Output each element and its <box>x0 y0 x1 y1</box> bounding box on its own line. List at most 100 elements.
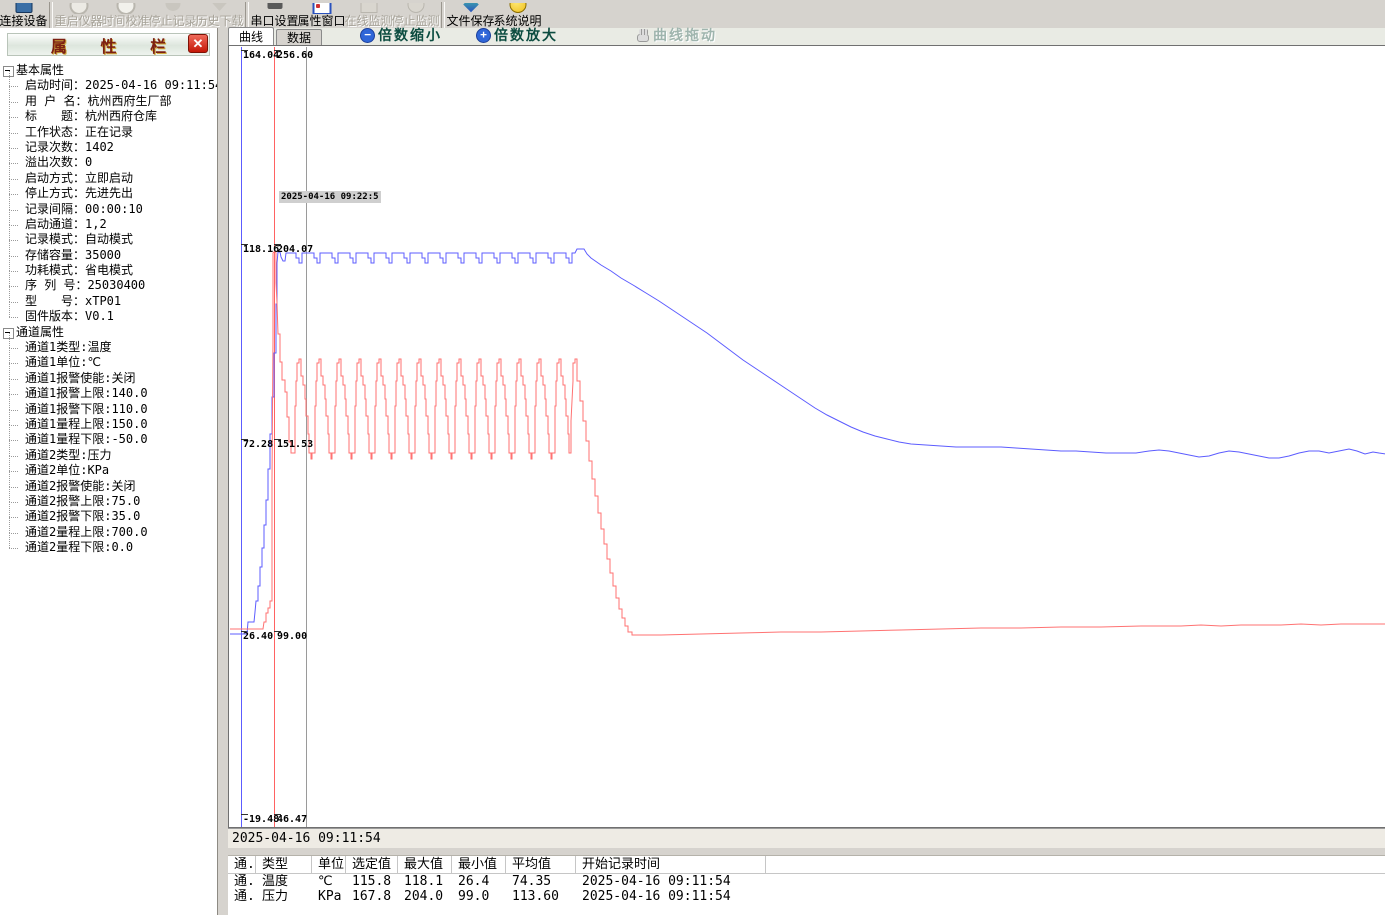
toolbar-button-label: 历史下载 <box>196 14 244 28</box>
tree-item-label: 通道1类型:温度 <box>25 340 111 354</box>
tree-item-label: 用 户 名：杭州西府生厂部 <box>25 94 171 108</box>
stop-record-icon <box>163 3 183 14</box>
tree-item[interactable]: 通道1量程上限:150.0 <box>0 417 217 432</box>
channel-summary-table: 通.类型单位选定值最大值最小值平均值开始记录时间通..温度℃115.8118.1… <box>228 855 1385 915</box>
tree-item-label: 工作状态：正在记录 <box>25 125 133 139</box>
tree-item-label: 序 列 号：25030400 <box>25 278 145 292</box>
tree-item[interactable]: 启动通道：1,2 <box>0 217 217 232</box>
tree-item-label: 通道1报警下限:110.0 <box>25 402 148 416</box>
cursor-time-tooltip: 2025-04-16 09:22:5 <box>279 191 381 203</box>
tab-curve[interactable]: 曲线 <box>228 27 274 45</box>
toolbar-button-connect-device[interactable]: 连接设备 <box>0 0 47 28</box>
stop-monitor-icon <box>406 3 426 14</box>
tree-item[interactable]: 通道1报警下限:110.0 <box>0 402 217 417</box>
tree-item[interactable]: 通道2报警上限:75.0 <box>0 494 217 509</box>
tree-item[interactable]: 标 题：杭州西府仓库 <box>0 109 217 124</box>
table-row[interactable]: 通..压力KPa167.8204.099.0113.602025-04-16 0… <box>228 889 1385 904</box>
tree-item[interactable]: 通道1单位:℃ <box>0 355 217 370</box>
tree-item[interactable]: 溢出次数：0 <box>0 155 217 170</box>
tree-item[interactable]: 通道1报警上限:140.0 <box>0 386 217 401</box>
tree-item[interactable]: 通道2报警下限:35.0 <box>0 509 217 524</box>
toolbar-button-label: 属性窗口 <box>298 14 346 28</box>
axis-tick-label: 99.00 <box>277 631 307 642</box>
history-download-icon <box>210 3 230 14</box>
tree-item[interactable]: 通道2单位:KPa <box>0 463 217 478</box>
tree-item-label: 通道2报警下限:35.0 <box>25 509 140 523</box>
tree-item[interactable]: 用 户 名：杭州西府生厂部 <box>0 94 217 109</box>
tree-item[interactable]: 停止方式：先进先出 <box>0 186 217 201</box>
tree-item-label: 通道2量程下限:0.0 <box>25 540 133 554</box>
tree-item[interactable]: 通道2量程上限:700.0 <box>0 525 217 540</box>
tree-item[interactable]: 通道2类型:压力 <box>0 448 217 463</box>
tree-item[interactable]: 通道1类型:温度 <box>0 340 217 355</box>
toolbar-button-online-monitor[interactable]: 在线监测 <box>345 0 392 28</box>
tree-item-label: 通道2单位:KPa <box>25 463 109 477</box>
toolbar-button-system-help[interactable]: 系统说明 <box>494 0 541 28</box>
tree-item-label: 通道属性 <box>16 325 64 339</box>
tree-item-label: 标 题：杭州西府仓库 <box>25 109 157 123</box>
property-panel: 属 性 栏 ✕ 基本属性启动时间：2025-04-16 09:11:54用 户 … <box>0 28 217 915</box>
curve-canvas <box>229 46 1385 828</box>
table-cell: 99.0 <box>452 889 506 904</box>
tree-item[interactable]: 固件版本：V0.1 <box>0 309 217 324</box>
tree-item[interactable]: 通道1报警使能:关闭 <box>0 371 217 386</box>
toolbar-button-restart[interactable]: 重启仪器 <box>55 0 102 28</box>
tree-item-label: 启动通道：1,2 <box>25 217 107 231</box>
curve-drag-button[interactable]: 曲线拖动 <box>636 25 717 45</box>
tree-item[interactable]: 启动时间：2025-04-16 09:11:54 <box>0 78 217 93</box>
tree-item-label: 功耗模式：省电模式 <box>25 263 133 277</box>
tree-item[interactable]: 序 列 号：25030400 <box>0 278 217 293</box>
tree-item[interactable]: 存储容量：35000 <box>0 248 217 263</box>
table-header-cell: 通. <box>228 856 256 873</box>
tree-item-label: 通道1报警使能:关闭 <box>25 371 135 385</box>
axis-tick-label: 26.40 <box>243 631 273 642</box>
tree-root-item[interactable]: 基本属性 <box>0 63 217 78</box>
zoom-out-icon <box>360 28 375 43</box>
toolbar-button-stop-monitor[interactable]: 停止监测 <box>392 0 439 28</box>
table-row[interactable]: 通..温度℃115.8118.126.474.352025-04-16 09:1… <box>228 874 1385 889</box>
zoom-in-button[interactable]: 倍数放大 <box>476 25 558 45</box>
tree-item[interactable]: 通道2量程下限:0.0 <box>0 540 217 555</box>
toolbar-button-stop-record[interactable]: 停止记录 <box>149 0 196 28</box>
tree-item-label: 溢出次数：0 <box>25 155 92 169</box>
table-header-cell: 最大值 <box>398 856 452 873</box>
tree-item-label: 记录间隔：00:00:10 <box>25 202 143 216</box>
tree-item[interactable]: 启动方式：立即启动 <box>0 171 217 186</box>
table-cell: 通.. <box>228 889 256 904</box>
toolbar-button-history-download[interactable]: 历史下载 <box>196 0 243 28</box>
table-cell: 2025-04-16 09:11:54 <box>576 874 766 889</box>
tree-item-label: 存储容量：35000 <box>25 248 121 262</box>
table-cell: 2025-04-16 09:11:54 <box>576 889 766 904</box>
tree-item-label: 基本属性 <box>16 63 64 77</box>
toolbar-button-file-save[interactable]: 文件保存 <box>447 0 494 28</box>
tree-item[interactable]: 记录间隔：00:00:10 <box>0 202 217 217</box>
toolbar-button-serial-port[interactable]: 串口设置 <box>251 0 298 28</box>
toolbar-button-label: 连接设备 <box>0 14 48 28</box>
curve-plot-area[interactable]: 2025-04-16 09:22:5 164.04118.1672.2826.4… <box>228 45 1385 828</box>
toolbar-button-property-window[interactable]: 属性窗口 <box>298 0 345 28</box>
axis-tick-label: 72.28 <box>243 439 273 450</box>
table-header-cell: 开始记录时间 <box>576 856 766 873</box>
close-icon[interactable]: ✕ <box>188 34 208 53</box>
zoom-out-button[interactable]: 倍数缩小 <box>360 25 442 45</box>
tree-item[interactable]: 记录次数：1402 <box>0 140 217 155</box>
tree-item[interactable]: 通道1量程下限:-50.0 <box>0 432 217 447</box>
table-cell: 204.0 <box>398 889 452 904</box>
tree-item[interactable]: 通道2报警使能:关闭 <box>0 479 217 494</box>
tree-root-item[interactable]: 通道属性 <box>0 325 217 340</box>
tree-item[interactable]: 工作状态：正在记录 <box>0 125 217 140</box>
restart-icon <box>69 3 89 14</box>
toolbar-button-time-calibrate[interactable]: 时间校准 <box>102 0 149 28</box>
tree-item-label: 型 号：xTP01 <box>25 294 121 308</box>
tree-item[interactable]: 功耗模式：省电模式 <box>0 263 217 278</box>
tab-data[interactable]: 数据 <box>276 29 322 45</box>
tree-item[interactable]: 记录模式：自动模式 <box>0 232 217 247</box>
tree-item-label: 停止方式：先进先出 <box>25 186 133 200</box>
toolbar-button-label: 重启仪器 <box>55 14 103 28</box>
axis-tick-label: 118.16 <box>243 244 279 255</box>
table-cell: 26.4 <box>452 874 506 889</box>
separator <box>228 848 1385 855</box>
axis-tick-label: 256.60 <box>277 50 313 61</box>
axis-tick-label: 151.53 <box>277 439 313 450</box>
tree-item[interactable]: 型 号：xTP01 <box>0 294 217 309</box>
